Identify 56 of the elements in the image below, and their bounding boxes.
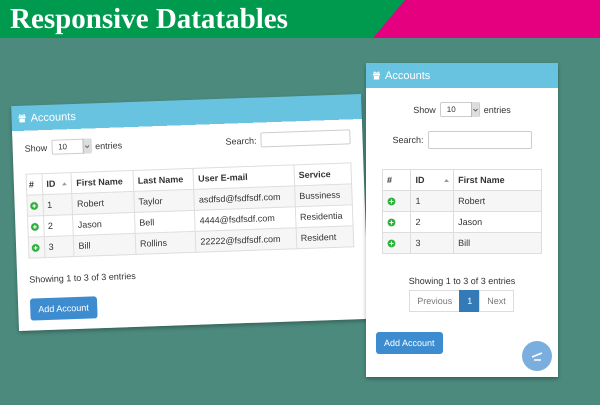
table-cell: 2	[48, 220, 54, 231]
expand-icon[interactable]	[30, 242, 40, 252]
table-info: Showing 1 to 3 of 3 entries	[408, 276, 516, 286]
table-cell: 3	[48, 242, 54, 252]
gift-icon	[17, 114, 27, 123]
page-length-select[interactable]: 10	[440, 102, 480, 117]
page-length-select[interactable]: 10	[50, 138, 92, 155]
expand-icon[interactable]	[387, 196, 396, 206]
search-field[interactable]	[428, 131, 532, 149]
show-label: Show	[24, 142, 48, 154]
table-cell: Bill	[458, 238, 470, 248]
table-cell: Rollins	[140, 238, 168, 249]
banner-title: Responsive Datatables	[10, 2, 288, 36]
panel-title: Accounts	[30, 110, 76, 124]
caret-icon	[84, 144, 90, 148]
add-account-button[interactable]: Add Account	[30, 296, 98, 321]
table-cell: Bill	[78, 240, 91, 251]
table-cell: 1	[415, 196, 420, 206]
expand-icon[interactable]	[387, 238, 396, 248]
table-cell: Bussiness	[299, 190, 340, 202]
expand-icon[interactable]	[387, 218, 396, 226]
table-cell: Robert	[458, 196, 486, 206]
search-label: Search:	[392, 135, 424, 145]
table-cell: 2	[415, 217, 420, 227]
caret-icon	[472, 108, 478, 112]
column-header[interactable]: ID	[415, 175, 424, 185]
expand-icon[interactable]	[30, 200, 39, 210]
gift-icon	[372, 71, 381, 80]
search-field[interactable]	[260, 129, 351, 148]
table-info: Showing 1 to 3 of 3 entries	[29, 270, 136, 285]
table-cell: Robert	[76, 198, 104, 209]
table-cell: 1	[46, 200, 52, 210]
panel-title: Accounts	[385, 70, 430, 82]
search-label: Search:	[225, 135, 257, 146]
page-button[interactable]: Previous	[409, 290, 460, 312]
add-account-button[interactable]: Add Account	[376, 332, 443, 354]
column-header[interactable]: ID	[46, 178, 56, 189]
table-cell: 22222@fsdfsdf.com	[200, 234, 281, 247]
table-cell: Residentia	[300, 210, 343, 222]
table-cell: 3	[415, 238, 420, 248]
table-cell: Resident	[300, 232, 336, 244]
page-button[interactable]: Next	[479, 290, 514, 312]
entries-label: entries	[484, 104, 511, 114]
table-cell: Jason	[458, 217, 482, 227]
table-cell: Bell	[139, 217, 154, 228]
table-cell: 4444@fsdfsdf.com	[199, 213, 275, 226]
entries-label: entries	[94, 140, 122, 151]
column-header[interactable]: #	[28, 179, 34, 190]
column-header[interactable]: #	[387, 175, 392, 185]
page-button[interactable]: 1	[459, 290, 480, 312]
floating-action-button[interactable]	[522, 341, 552, 371]
show-label: Show	[413, 104, 436, 114]
expand-icon[interactable]	[30, 222, 40, 232]
table-cell: asdfsd@fsdfsdf.com	[198, 192, 281, 205]
table-cell: Jason	[78, 219, 102, 230]
table-cell: Taylor	[138, 196, 163, 207]
